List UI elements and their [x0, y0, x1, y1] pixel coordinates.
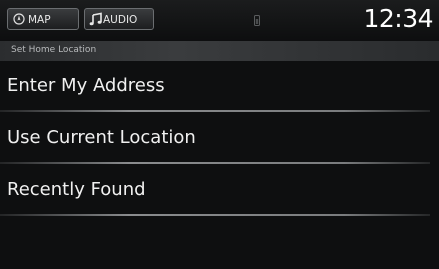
- menu-item-recently-found[interactable]: Recently Found: [0, 166, 439, 216]
- status-bar: MAP AUDIO 12:34: [0, 0, 439, 41]
- clock: 12:34: [363, 4, 433, 33]
- audio-button[interactable]: AUDIO: [84, 8, 154, 30]
- divider: [0, 110, 430, 112]
- music-note-icon: [89, 12, 102, 26]
- menu-item-use-current-location[interactable]: Use Current Location: [0, 114, 439, 164]
- audio-button-label: AUDIO: [103, 14, 138, 26]
- menu-item-label: Recently Found: [7, 179, 146, 200]
- compass-icon: [13, 13, 25, 25]
- map-button[interactable]: MAP: [7, 8, 79, 30]
- map-button-label: MAP: [28, 14, 51, 26]
- menu-item-label: Enter My Address: [7, 75, 165, 96]
- nav-screen: MAP AUDIO 12:34 Set Home Location Enter …: [0, 0, 439, 269]
- signal-indicator-icon: [254, 15, 260, 26]
- menu-item-enter-my-address[interactable]: Enter My Address: [0, 62, 439, 112]
- menu-item-label: Use Current Location: [7, 127, 196, 148]
- title-bar: Set Home Location: [0, 41, 439, 61]
- divider: [0, 162, 430, 164]
- page-title: Set Home Location: [11, 45, 97, 55]
- divider: [0, 214, 430, 216]
